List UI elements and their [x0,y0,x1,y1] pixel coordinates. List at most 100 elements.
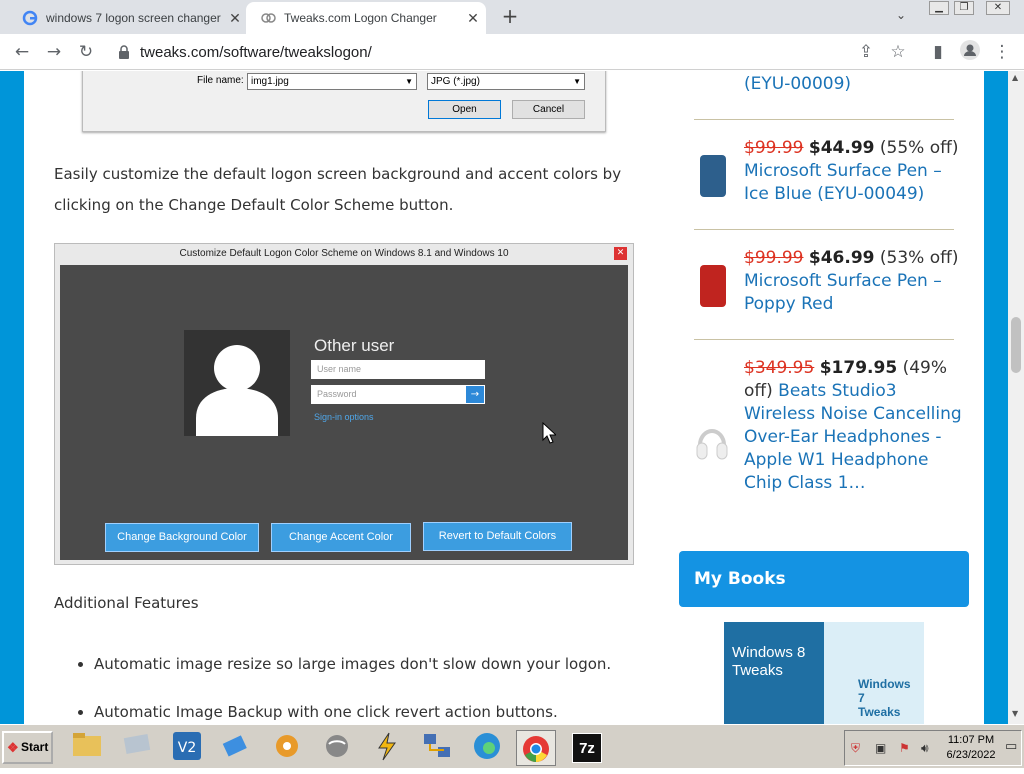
old-price: $349.95 [744,358,815,378]
scrollbar-thumb[interactable] [1011,317,1021,373]
reload-icon[interactable]: ↻ [74,40,98,64]
page-scrollbar[interactable]: ▲ ▼ [1008,71,1024,724]
tab-tweaks-logon[interactable]: Tweaks.com Logon Changer ✕ [246,2,486,34]
book-windows-8-tweaks[interactable]: Windows 8 Tweaks [724,622,824,724]
divider [694,119,954,120]
color-scheme-screenshot: Customize Default Logon Color Scheme on … [54,243,634,565]
window-title: Customize Default Logon Color Scheme on … [179,248,509,259]
cancel-button[interactable]: Cancel [512,100,585,119]
product-link[interactable]: Microsoft Surface Pen – Ice Blue (EYU-00… [744,161,942,204]
minimize-button[interactable]: ▁ [929,1,949,15]
svg-text:V2: V2 [178,740,196,756]
username-field: User name [311,360,485,379]
address-text: tweaks.com/software/tweakslogon/ [140,43,372,61]
quicktime-icon[interactable] [319,730,355,766]
submit-arrow-icon: → [466,386,484,403]
change-background-color-button: Change Background Color [105,523,259,552]
share-icon[interactable]: ⇪ [854,40,878,64]
new-tab-button[interactable]: + [498,4,522,28]
tab-google-search[interactable]: windows 7 logon screen changer - G ✕ [8,2,248,34]
browser-toolbar: ← → ↻ tweaks.com/software/tweakslogon/ ⇪… [0,34,1024,70]
file-name-label: File name: [197,75,244,86]
file-type-select[interactable]: JPG (*.jpg) ▼ [427,73,585,90]
product-item-1: $99.99 $44.99 (55% off) Microsoft Surfac… [744,137,964,206]
media-player-icon[interactable] [269,730,305,766]
scroll-down-icon: ▼ [1012,709,1019,718]
vnc-icon[interactable]: V2 [169,730,205,766]
start-button[interactable]: ❖ Start [2,731,53,764]
sign-in-options-link: Sign-in options [314,412,374,422]
edge-icon[interactable] [469,730,505,766]
tab-strip: windows 7 logon screen changer - G ✕ Twe… [0,0,1024,34]
kebab-menu-icon[interactable]: ⋮ [990,40,1014,64]
product-item-3: $349.95 $179.95 (49% off) Beats Studio3 … [744,357,964,495]
close-icon: ✕ [614,247,627,260]
chevron-down-icon: ▼ [405,77,413,86]
forward-arrow-icon[interactable]: → [42,40,66,64]
product-item-2: $99.99 $46.99 (53% off) Microsoft Surfac… [744,247,964,316]
change-accent-color-button: Change Accent Color [271,523,411,552]
headphones-image[interactable] [696,419,728,463]
remote-desktop-icon[interactable] [219,730,255,766]
clock-date: 6/23/2022 [946,749,996,761]
tweaks-favicon-icon [261,13,276,23]
network-tray-icon[interactable]: ▣ [875,741,886,755]
divider [694,229,954,230]
pen-blue-image[interactable] [700,155,726,197]
7zip-icon[interactable]: 7z [569,730,605,766]
scroll-up-icon: ▲ [1012,73,1019,82]
close-tab-icon[interactable]: ✕ [222,10,248,27]
product-link[interactable]: Beats Studio3 Wireless Noise Cancelling … [744,381,962,493]
bookmark-star-icon[interactable]: ☆ [886,40,910,64]
security-alert-icon[interactable]: ⛨ [851,741,860,756]
left-blue-border [0,71,24,724]
file-explorer-icon[interactable] [69,730,105,766]
drive-icon[interactable] [119,730,155,766]
product-name-tail[interactable]: (EYU-00009) [744,73,964,96]
open-button[interactable]: Open [428,100,501,119]
windows-logo-icon: ❖ [7,740,19,755]
clock-time: 11:07 PM [947,734,995,746]
divider [694,339,954,340]
new-price: $46.99 [808,248,875,268]
right-blue-border [984,71,1008,724]
old-price: $99.99 [744,138,804,158]
chrome-icon[interactable] [516,730,556,766]
tab-title: windows 7 logon screen changer - G [46,11,222,25]
lock-icon [119,45,129,59]
back-arrow-icon[interactable]: ← [10,40,34,64]
tab-search-chevron-icon[interactable]: ⌄ [896,8,914,26]
close-window-button[interactable]: ✕ [986,1,1010,15]
address-bar[interactable]: tweaks.com/software/tweakslogon/ [104,37,884,67]
flag-icon[interactable]: ⚑ [899,741,910,755]
my-books-heading: My Books [679,551,969,607]
network-icon[interactable] [419,730,455,766]
discount: (53% off) [879,248,959,268]
taskbar: ❖ Start V2 7z ⛨ ▣ ⚑ 🔊︎ 11:07 PM 6/23/202… [0,724,1024,768]
list-item: Automatic image resize so large images d… [94,640,674,688]
system-tray: ⛨ ▣ ⚑ 🔊︎ 11:07 PM 6/23/2022 ▭ [844,730,1022,766]
file-name-select[interactable]: img1.jpg ▼ [247,73,417,90]
winamp-icon[interactable] [369,730,405,766]
new-price: $44.99 [808,138,875,158]
show-desktop-icon[interactable]: ▭ [1005,739,1017,754]
pen-red-image[interactable] [700,265,726,307]
profile-avatar-icon[interactable] [958,40,982,64]
revert-default-colors-button: Revert to Default Colors [423,522,572,551]
google-icon [22,10,38,26]
close-tab-icon[interactable]: ✕ [460,10,486,27]
book-windows-7-tweaks[interactable]: Windows 7 Tweaks [824,622,924,724]
volume-icon[interactable]: 🔊︎ [921,741,929,756]
user-silhouette-icon [196,345,278,436]
features-list: Automatic image resize so large images d… [94,640,674,724]
logon-preview: Other user User name Password → Sign-in … [60,265,628,560]
user-avatar-tile [184,330,290,436]
clock[interactable]: 11:07 PM 6/23/2022 [939,733,1003,763]
discount: (55% off) [879,138,959,158]
product-link[interactable]: Microsoft Surface Pen – Poppy Red [744,271,942,314]
mouse-cursor-icon [542,422,556,444]
list-item: Automatic Image Backup with one click re… [94,688,674,724]
restore-button[interactable]: ❐ [954,1,974,15]
page-viewport: File name: img1.jpg ▼ JPG (*.jpg) ▼ Open C… [0,71,1024,724]
side-panel-icon[interactable]: ▮ [926,40,950,64]
